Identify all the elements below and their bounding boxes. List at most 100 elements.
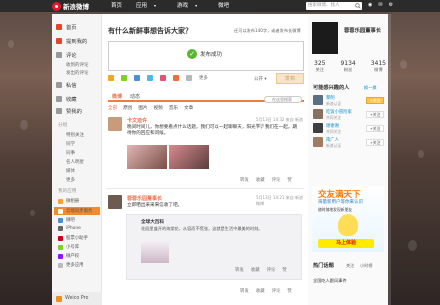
like-button[interactable]: 赞 [287,288,291,294]
filter-video[interactable]: 视频 [154,105,163,111]
leftnav-item-comments[interactable]: 评论 [52,50,102,60]
app-item[interactable]: 微产权 [58,253,79,259]
weico-pro-link[interactable]: Weico Pro [52,292,102,305]
at-icon [56,38,62,44]
group-item[interactable]: 名人明星 [66,159,84,165]
app-label: 小号库 [66,245,80,250]
rain-drop [30,210,35,216]
avatar[interactable] [313,109,323,119]
filter-image[interactable]: 图片 [138,105,147,111]
app-item[interactable]: 更多应用 [58,262,84,268]
search-placeholder: 搜索微博、找人 [308,3,340,8]
leftnav-item-mentions[interactable]: 提到我的 [52,36,102,46]
feed-author[interactable]: 卡文迪许 [127,117,147,124]
filter-original[interactable]: 原创 [123,105,132,111]
profile-name[interactable]: 蓉蓉乐园董事长 [344,26,381,34]
follow-button[interactable]: +关注 [366,125,384,132]
image-icon[interactable] [121,75,127,81]
filter-all[interactable]: 全部 [108,105,117,111]
leftnav-item-home[interactable]: 首页 [52,22,102,32]
group-item[interactable]: 同学 [66,141,75,147]
filter-article[interactable]: 文章 [184,105,193,111]
refresh-recommend-link[interactable]: 换一换 [364,85,377,91]
video-icon[interactable] [134,75,140,81]
avatar[interactable] [313,95,323,105]
follow-button[interactable]: +关注 [366,139,384,146]
follow-button[interactable]: +关注 [366,97,384,104]
group-item[interactable]: 媒体 [66,168,75,174]
photo-app-icon [58,198,63,204]
app-item-active[interactable]: 云端同步服务 [54,207,100,215]
ad-cta-button[interactable]: 马上体验 [318,239,374,248]
publish-button[interactable]: 发布 [276,73,304,84]
app-item[interactable]: 小号库 [58,244,79,250]
publish-scope-select[interactable]: 公开 ▾ [254,76,267,82]
leftnav-item-favorites[interactable]: 收藏 [52,94,102,104]
quote-repost-button[interactable]: 转发 [235,267,244,273]
group-item[interactable]: 特别关注 [66,132,84,138]
nav-games-label: 游戏 [177,3,189,9]
recommend-item: 谢谢谢 共同关注 +关注 [313,123,385,135]
nav-apps[interactable]: 应用 ▾ [129,2,170,10]
gear-icon[interactable]: ⚙ [389,2,393,8]
quote-favorite-button[interactable]: 收藏 [251,267,260,273]
nav-games[interactable]: 游戏 ▾ [170,2,211,10]
app-item[interactable]: 微吧 [58,217,75,223]
stat-posts[interactable]: 3415 微博 [371,60,386,73]
emoji-icon[interactable] [108,75,114,81]
brand-logo[interactable]: 新浪微博 [52,1,89,11]
search-input[interactable]: 搜索微博、找人 [306,2,362,10]
group-item[interactable]: 更多 [66,177,75,183]
feed-image[interactable] [127,145,167,169]
nav-weiba[interactable]: 微吧 [211,2,236,10]
long-post-icon[interactable] [160,75,166,81]
other-icon[interactable] [186,75,192,81]
leftnav-sub-sent[interactable]: 发出的评论 [66,70,89,76]
repost-button[interactable]: 转发 [240,177,249,183]
app-item[interactable]: 微相册 [58,198,79,204]
group-item[interactable]: 同事 [66,150,75,156]
tab-activity[interactable]: 动态 [130,93,140,100]
filter-music[interactable]: 音乐 [169,105,178,111]
nav-home[interactable]: 首页 [104,2,129,10]
search-icon[interactable] [355,3,361,9]
message-icon[interactable]: ✉ [378,2,382,8]
feed-search-input[interactable]: 在这里搜索 [264,96,302,103]
repost-button[interactable]: 转发 [240,288,249,294]
avatar[interactable] [313,137,323,147]
leftnav-sub-received[interactable]: 收到的评论 [66,62,89,68]
feed-author[interactable]: 蓉蓉乐园董事长 [127,195,162,202]
quote-like-button[interactable]: 赞 [282,267,286,273]
music-icon[interactable] [173,75,179,81]
quote-comment-button[interactable]: 评论 [267,267,276,273]
tab-weibo[interactable]: 微博 [112,93,122,100]
comment-button[interactable]: 评论 [272,288,281,294]
topic-icon[interactable] [147,75,153,81]
avatar[interactable] [313,123,323,133]
avatar[interactable] [108,195,122,209]
stat-followers[interactable]: 9134 粉丝 [340,60,355,73]
comment-button[interactable]: 评论 [272,177,281,183]
profile-avatar[interactable] [312,22,338,54]
hot-tab-following[interactable]: 关注 [346,263,354,269]
app-item[interactable]: 股票小助手 [58,235,88,241]
hot-tab-hourly[interactable]: 小时榜 [360,263,373,269]
stat-following[interactable]: 325 关注 [314,60,325,73]
hot-topic-item[interactable]: 全国吃人跟风事件 [313,278,347,284]
favorite-button[interactable]: 收藏 [256,288,265,294]
leftnav-item-messages[interactable]: 私信 [52,80,102,90]
follow-button[interactable]: +关注 [366,111,384,118]
leftnav-item-likes[interactable]: 赞我的 [52,106,102,116]
user-icon[interactable]: ◉ [368,2,372,8]
ad-banner[interactable]: 交友满天下 海量新用户等你来认识 随时随地发现新朋友 马上体验 [312,186,384,252]
like-button[interactable]: 赞 [287,177,291,183]
favorite-button[interactable]: 收藏 [256,177,265,183]
composer-textarea[interactable]: ✓ 发布成功 [108,41,304,71]
scrollbar[interactable] [388,14,391,305]
avatar[interactable] [108,117,122,131]
quote-image[interactable] [141,241,169,263]
feed-image[interactable] [169,145,209,169]
composer-more[interactable]: 更多 [199,75,208,81]
quoted-post[interactable]: 全球大百科 花园里盛开的海棠花，从容而不慌张，这就是生活中最美的时刻。 转发 收… [126,214,302,280]
app-item[interactable]: iPhone [58,226,81,231]
